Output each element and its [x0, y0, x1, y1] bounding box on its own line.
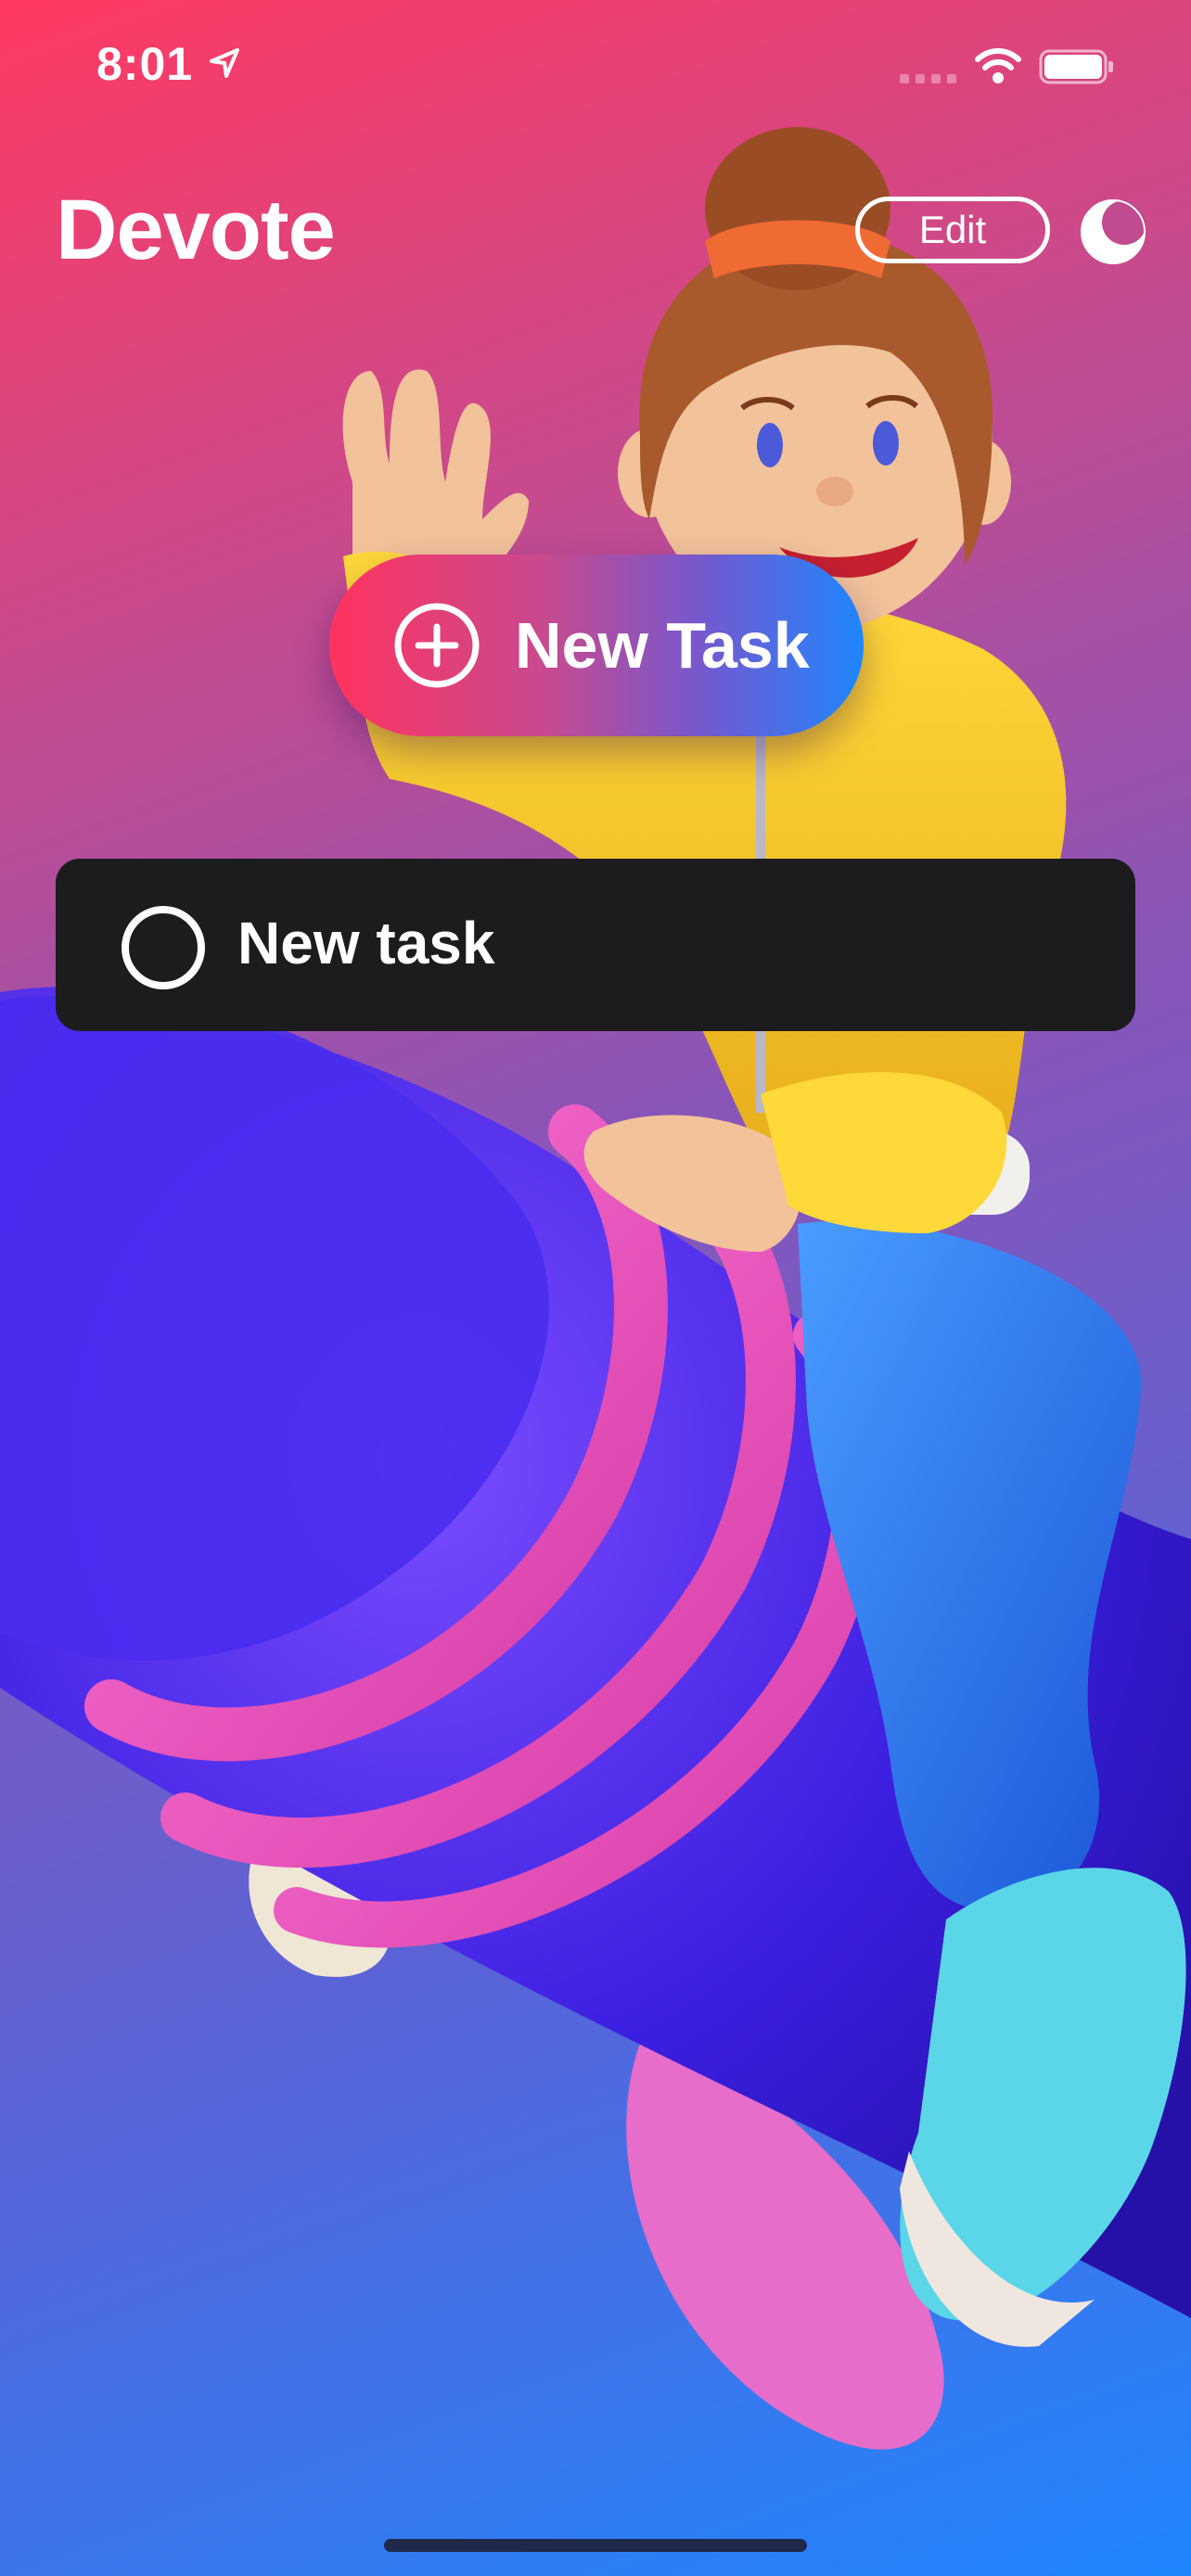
moon-icon[interactable]	[1080, 198, 1146, 265]
checkbox-circle-icon[interactable]	[121, 905, 206, 990]
plus-circle-icon	[394, 603, 480, 688]
page-title: Devote	[56, 183, 336, 277]
cellular-signal-icon	[900, 74, 956, 83]
new-task-label: New Task	[515, 609, 810, 682]
location-arrow-icon	[210, 48, 239, 78]
task-row[interactable]	[56, 859, 1135, 1031]
edit-button[interactable]: Edit	[855, 197, 1050, 263]
wifi-icon	[975, 48, 1021, 83]
home-indicator[interactable]	[384, 2539, 807, 2552]
battery-icon	[1039, 49, 1113, 84]
status-time: 8:01	[96, 38, 194, 90]
status-bar: 8:01	[0, 0, 1191, 130]
new-task-button[interactable]: New Task	[329, 555, 864, 736]
background-illustration	[0, 127, 1191, 2450]
task-title: New task	[237, 910, 495, 976]
